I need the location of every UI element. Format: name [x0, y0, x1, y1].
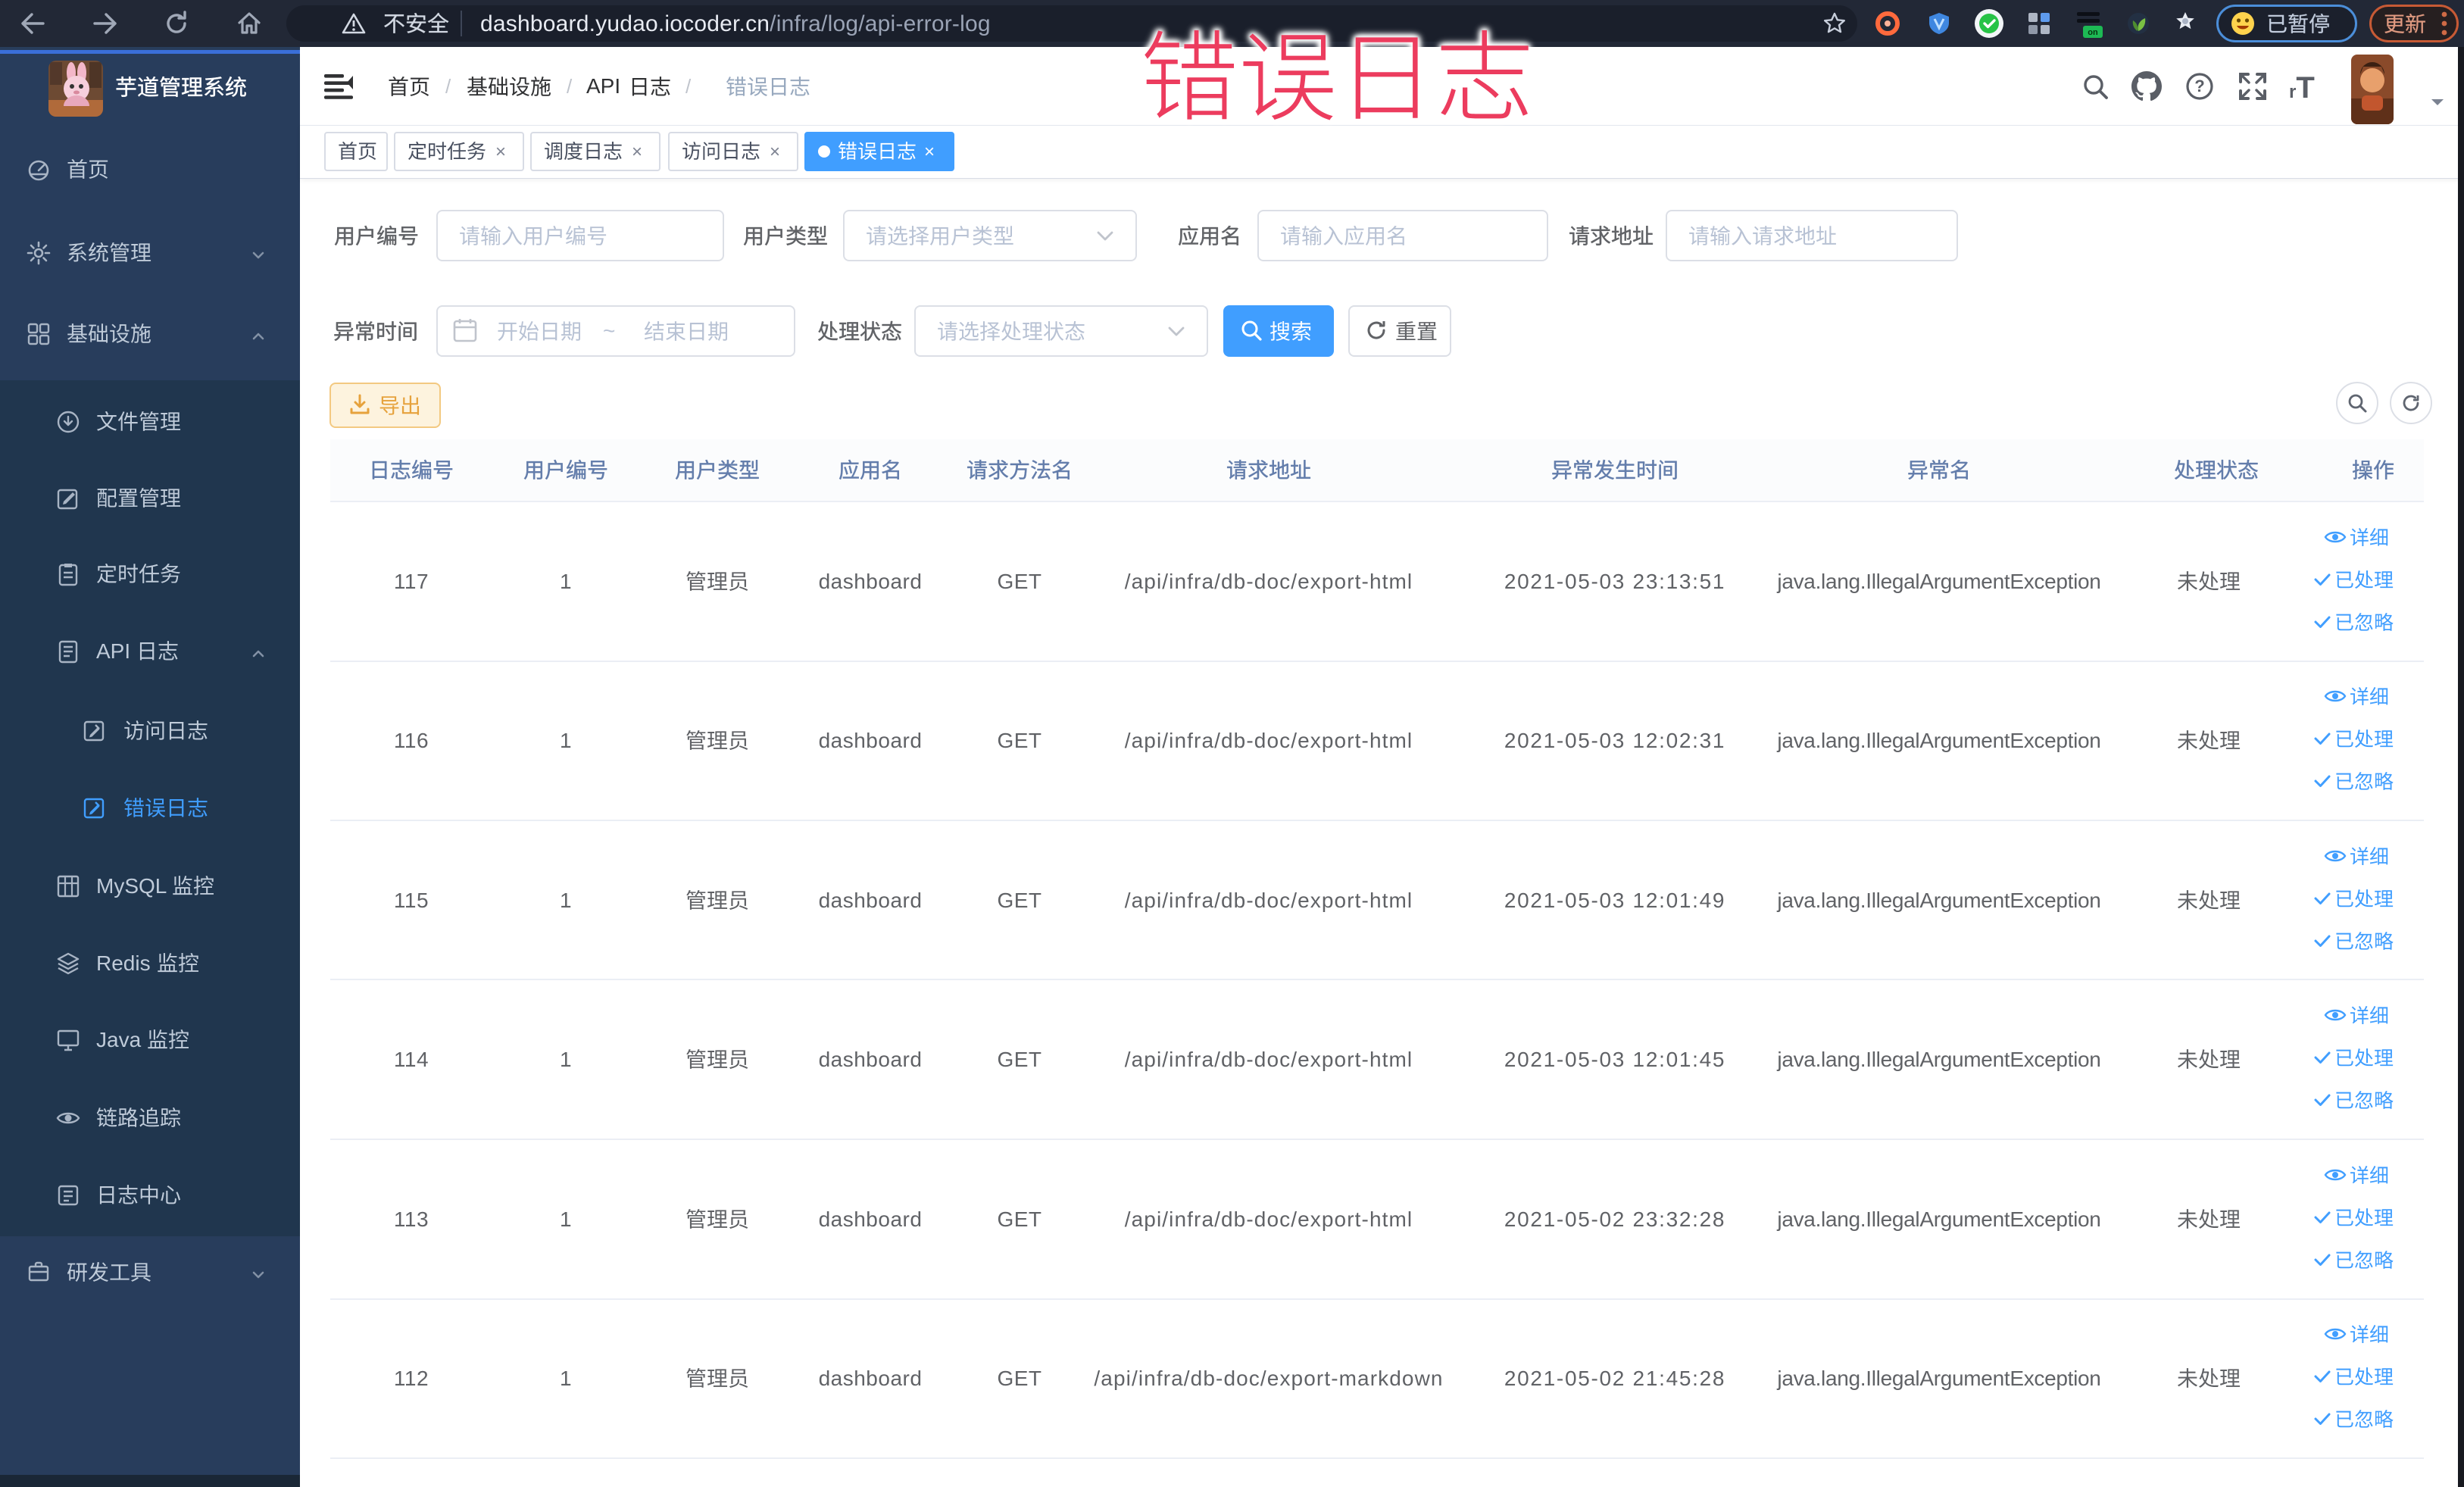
svg-text:?: ?: [2194, 77, 2204, 95]
svg-text:on: on: [2088, 28, 2098, 37]
